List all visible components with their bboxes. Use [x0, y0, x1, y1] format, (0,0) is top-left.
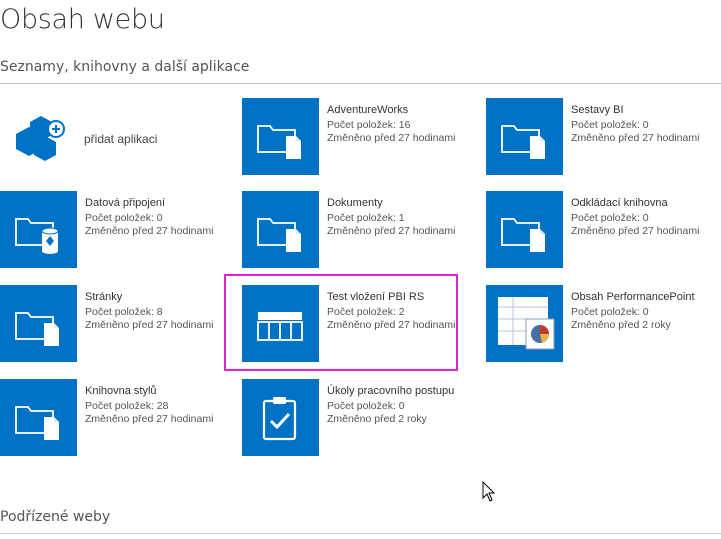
tile-item-count: Počet položek: 16	[327, 119, 411, 131]
app-tile-adventureworks[interactable]: AdventureWorks Počet položek: 16 Změněno…	[242, 98, 467, 175]
tile-name[interactable]: Úkoly pracovního postupu	[327, 385, 487, 397]
tile-item-count: Počet položek: 0	[571, 212, 649, 224]
add-app-icon	[16, 116, 65, 161]
tile-modified: Změněno před 27 hodinami	[327, 132, 456, 144]
document-library-icon	[0, 285, 77, 362]
page-title: Obsah webu	[0, 4, 165, 35]
tile-modified: Změněno před 27 hodinami	[85, 225, 214, 237]
document-library-icon	[486, 98, 563, 175]
tile-name[interactable]: Obsah PerformancePoint	[571, 291, 721, 303]
task-list-icon	[242, 379, 319, 456]
tile-modified: Změněno před 27 hodinami	[85, 319, 214, 331]
subsites-section-heading: Podřízené weby	[0, 509, 111, 525]
tile-item-count: Počet položek: 0	[571, 306, 649, 318]
tile-modified: Změněno před 27 hodinami	[327, 319, 456, 331]
section-divider	[0, 533, 721, 534]
tile-name[interactable]: Datová připojení	[85, 197, 245, 209]
document-library-icon	[242, 191, 319, 268]
tile-item-count: Počet položek: 8	[85, 306, 163, 318]
app-tile-odkladaci-knihovna[interactable]: Odkládací knihovna Počet položek: 0 Změn…	[486, 191, 711, 268]
tile-modified: Změněno před 27 hodinami	[85, 413, 214, 425]
app-tile-datova-pripojeni[interactable]: Datová připojení Počet položek: 0 Změněn…	[0, 191, 225, 268]
add-app-label: přidat aplikaci	[84, 132, 158, 146]
tile-name[interactable]: AdventureWorks	[327, 104, 487, 116]
mouse-cursor-icon	[482, 481, 496, 502]
data-connection-library-icon	[0, 191, 77, 268]
tile-item-count: Počet položek: 0	[327, 400, 405, 412]
tile-modified: Změněno před 2 roky	[327, 413, 427, 425]
app-tile-sestavy-bi[interactable]: Sestavy BI Počet položek: 0 Změněno před…	[486, 98, 711, 175]
tile-item-count: Počet položek: 1	[327, 212, 405, 224]
app-tile-knihovna-stylu[interactable]: Knihovna stylů Počet položek: 28 Změněno…	[0, 379, 225, 456]
tile-modified: Změněno před 27 hodinami	[327, 225, 456, 237]
tile-item-count: Počet položek: 0	[571, 119, 649, 131]
tile-modified: Změněno před 27 hodinami	[571, 132, 700, 144]
tile-name[interactable]: Odkládací knihovna	[571, 197, 721, 209]
add-app-button[interactable]: přidat aplikaci	[10, 110, 210, 170]
app-tile-test-vlozeni-pbi-rs[interactable]: Test vložení PBI RS Počet položek: 2 Změ…	[242, 285, 467, 362]
app-tile-obsah-performancepoint[interactable]: Obsah PerformancePoint Počet položek: 0 …	[486, 285, 711, 362]
performancepoint-content-icon	[486, 285, 563, 362]
document-library-icon	[486, 191, 563, 268]
custom-list-icon	[242, 285, 319, 362]
app-tile-ukoly-pracovniho-postupu[interactable]: Úkoly pracovního postupu Počet položek: …	[242, 379, 467, 456]
tile-item-count: Počet položek: 28	[85, 400, 169, 412]
tile-item-count: Počet položek: 2	[327, 306, 405, 318]
apps-section-heading: Seznamy, knihovny a další aplikace	[0, 59, 250, 75]
section-divider	[0, 83, 721, 84]
tile-name[interactable]: Test vložení PBI RS	[327, 291, 487, 303]
tile-name[interactable]: Dokumenty	[327, 197, 487, 209]
app-tile-dokumenty[interactable]: Dokumenty Počet položek: 1 Změněno před …	[242, 191, 467, 268]
tile-name[interactable]: Stránky	[85, 291, 245, 303]
document-library-icon	[0, 379, 77, 456]
document-library-icon	[242, 98, 319, 175]
tile-modified: Změněno před 27 hodinami	[571, 225, 700, 237]
tile-item-count: Počet položek: 0	[85, 212, 163, 224]
app-tile-stranky[interactable]: Stránky Počet položek: 8 Změněno před 27…	[0, 285, 225, 362]
tile-modified: Změněno před 2 roky	[571, 319, 671, 331]
tile-name[interactable]: Sestavy BI	[571, 104, 721, 116]
tile-name[interactable]: Knihovna stylů	[85, 385, 245, 397]
